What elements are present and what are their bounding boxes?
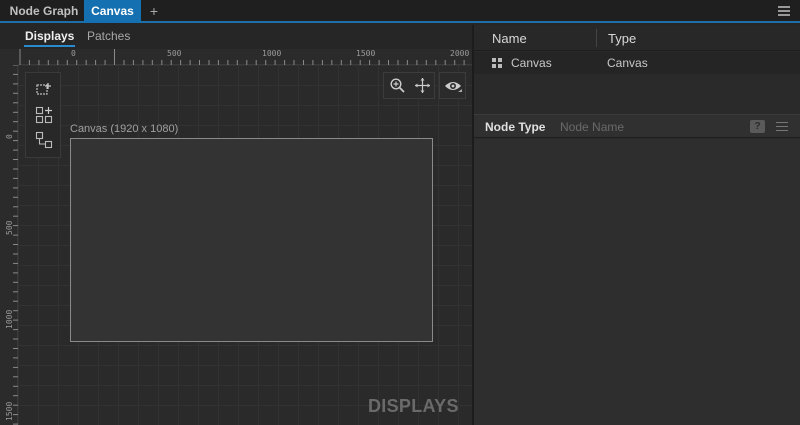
ruler-ticks: [19, 49, 465, 65]
subtab-patches[interactable]: Patches: [87, 29, 130, 47]
ruler-label: 1000: [262, 49, 282, 58]
link-display-icon[interactable]: [35, 131, 53, 149]
row-type: Canvas: [607, 56, 648, 70]
visibility-icon[interactable]: [444, 78, 463, 98]
node-type-bar: Node Type ?: [474, 114, 800, 138]
vertical-ruler: 0 500 1000 1500: [0, 65, 18, 425]
pan-icon[interactable]: [414, 77, 431, 97]
ruler-label: 500: [5, 220, 14, 235]
column-separator[interactable]: [596, 29, 597, 47]
horizontal-ruler: 0 500 1000 1500 2000: [18, 49, 472, 65]
ruler-label: 2000: [450, 49, 470, 58]
column-header-type[interactable]: Type: [608, 31, 636, 46]
table-header: Name Type: [474, 25, 800, 51]
menu-icon[interactable]: [778, 6, 790, 16]
canvas-display-area[interactable]: [70, 138, 433, 342]
ruler-label: 1000: [5, 309, 14, 329]
ruler-label: 1500: [356, 49, 376, 58]
add-display-icon[interactable]: [35, 81, 53, 99]
visibility-control[interactable]: [439, 72, 466, 99]
node-properties-area: [474, 139, 800, 425]
subtab-displays[interactable]: Displays: [24, 29, 76, 47]
display-toolbar: [25, 72, 61, 158]
canvas-size-label: Canvas (1920 x 1080): [70, 123, 179, 135]
ruler-label: 0: [71, 49, 76, 58]
table-row[interactable]: Canvas Canvas: [474, 52, 800, 74]
node-name-field[interactable]: [552, 117, 742, 136]
panel-watermark: DISPLAYS: [368, 396, 459, 416]
tab-canvas[interactable]: Canvas: [84, 0, 141, 23]
ruler-label: 500: [167, 49, 182, 58]
ruler-ticks: [13, 65, 18, 425]
column-header-name[interactable]: Name: [492, 31, 527, 46]
ruler-label: 1500: [5, 401, 14, 421]
help-icon[interactable]: ?: [750, 120, 765, 133]
node-list-panel: Name Type Canvas Canvas Node Type ?: [474, 25, 800, 425]
ruler-corner: [0, 49, 18, 65]
add-tab-button[interactable]: +: [146, 0, 162, 23]
node-type-label[interactable]: Node Type: [485, 120, 545, 134]
subtab-bar: Displays Patches: [0, 25, 472, 49]
ruler-label: 0: [5, 134, 14, 139]
zoom-icon[interactable]: [389, 77, 406, 97]
row-name: Canvas: [511, 56, 552, 70]
view-controls: [383, 72, 435, 99]
top-tab-bar: Node Graph Canvas +: [0, 0, 800, 23]
tab-node-graph[interactable]: Node Graph: [6, 0, 82, 23]
list-menu-icon[interactable]: [776, 122, 788, 131]
grid-icon: [492, 58, 502, 68]
add-group-icon[interactable]: [35, 106, 53, 124]
